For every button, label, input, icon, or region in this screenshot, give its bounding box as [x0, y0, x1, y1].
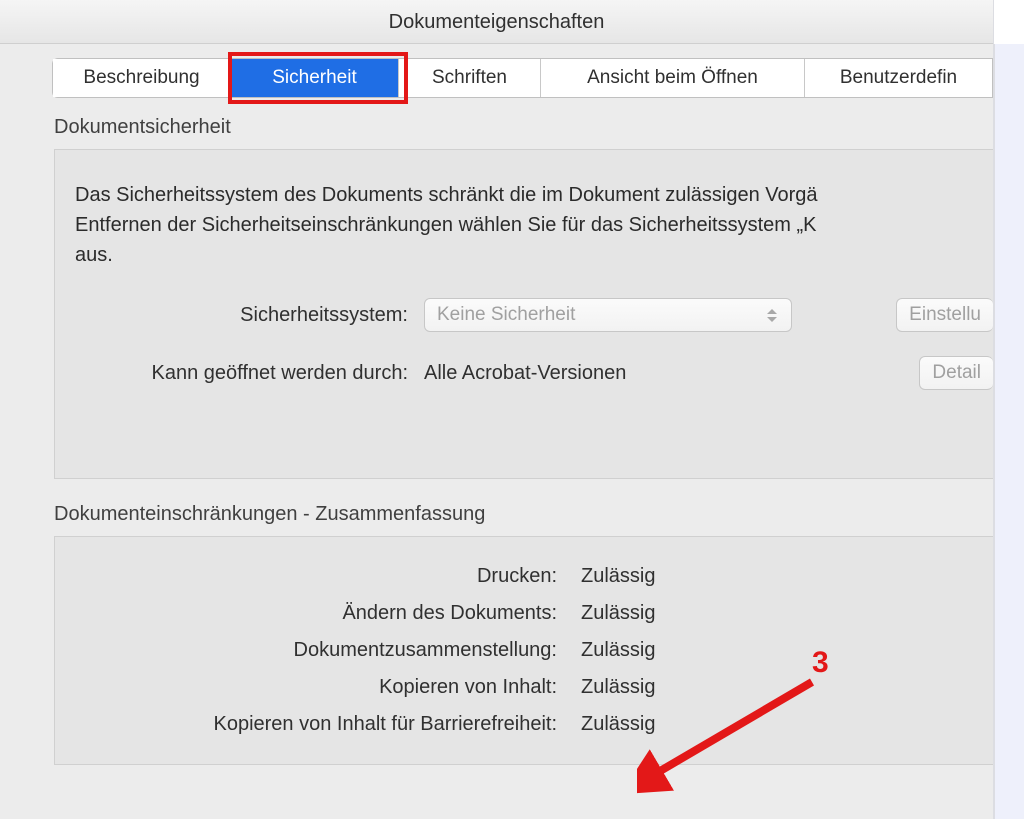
restriction-label: Kopieren von Inhalt:	[55, 676, 557, 699]
group-title-restrictions: Dokumenteinschränkungen - Zusammenfassun…	[54, 503, 993, 526]
group-title-security: Dokumentsicherheit	[54, 116, 993, 139]
select-security-system[interactable]: Keine Sicherheit	[424, 298, 792, 332]
tab-sicherheit[interactable]: Sicherheit	[231, 59, 399, 97]
tab-benutzerdefiniert[interactable]: Benutzerdefin	[805, 59, 992, 97]
annotation-number: 3	[812, 646, 829, 680]
document-properties-window: Dokumenteigenschaften Beschreibung Siche…	[0, 0, 994, 819]
restriction-value: Zulässig	[581, 713, 655, 736]
chevron-updown-icon	[761, 303, 783, 327]
button-details[interactable]: Detail	[919, 356, 993, 390]
security-description: Das Sicherheitssystem des Dokuments schr…	[55, 180, 993, 270]
side-panel-strip	[994, 44, 1024, 819]
window-title: Dokumenteigenschaften	[0, 0, 993, 44]
restriction-row: Drucken: Zulässig	[55, 565, 993, 588]
tab-bar: Beschreibung Sicherheit Schriften Ansich…	[52, 58, 993, 98]
restriction-row: Dokumentzusammenstellung: Zulässig	[55, 639, 993, 662]
restriction-row: Kopieren von Inhalt: Zulässig	[55, 676, 993, 699]
tab-beschreibung[interactable]: Beschreibung	[53, 59, 231, 97]
restriction-value: Zulässig	[581, 676, 655, 699]
restriction-value: Zulässig	[581, 565, 655, 588]
select-security-system-value: Keine Sicherheit	[437, 304, 575, 326]
group-document-security: Das Sicherheitssystem des Dokuments schr…	[54, 149, 993, 479]
tab-ansicht-beim-oeffnen[interactable]: Ansicht beim Öffnen	[541, 59, 805, 97]
restriction-label: Kopieren von Inhalt für Barrierefreiheit…	[55, 713, 557, 736]
group-restrictions-summary: Drucken: Zulässig Ändern des Dokuments: …	[54, 536, 993, 765]
restriction-row: Kopieren von Inhalt für Barrierefreiheit…	[55, 713, 993, 736]
restriction-label: Drucken:	[55, 565, 557, 588]
label-security-system: Sicherheitssystem:	[55, 304, 408, 327]
button-settings[interactable]: Einstellu	[896, 298, 993, 332]
restriction-value: Zulässig	[581, 639, 655, 662]
restriction-value: Zulässig	[581, 602, 655, 625]
restriction-row: Ändern des Dokuments: Zulässig	[55, 602, 993, 625]
tab-schriften[interactable]: Schriften	[399, 59, 541, 97]
value-can-open: Alle Acrobat-Versionen	[424, 362, 626, 385]
label-can-open: Kann geöffnet werden durch:	[55, 362, 408, 385]
restriction-label: Ändern des Dokuments:	[55, 602, 557, 625]
restriction-label: Dokumentzusammenstellung:	[55, 639, 557, 662]
